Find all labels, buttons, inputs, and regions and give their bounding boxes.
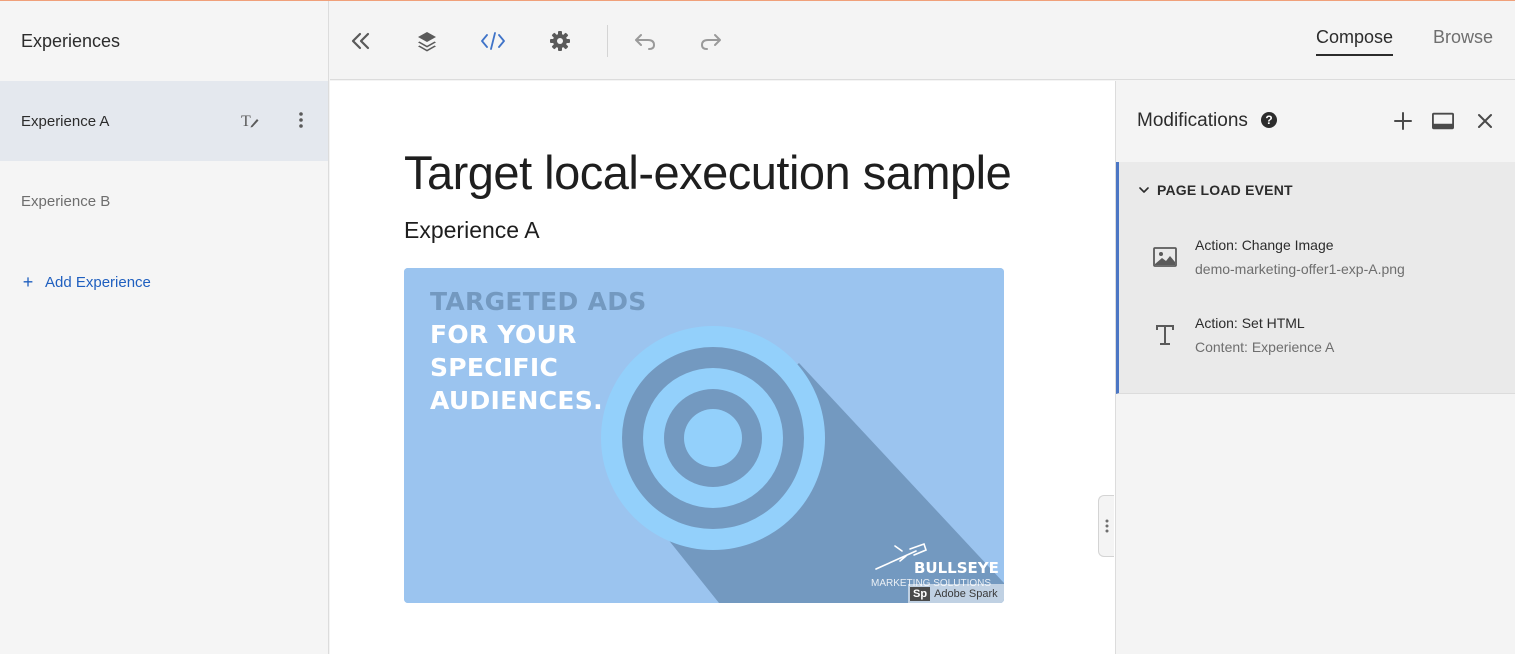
experience-item-a[interactable]: Experience A T (0, 81, 328, 161)
tab-browse[interactable]: Browse (1433, 27, 1493, 54)
tab-compose[interactable]: Compose (1316, 27, 1394, 56)
help-icon[interactable]: ? (1261, 112, 1277, 128)
action-title: Action: Change Image (1195, 237, 1334, 253)
page-subtitle[interactable]: Experience A (404, 217, 540, 244)
drag-handle-icon (1105, 519, 1108, 533)
chevron-down-icon (1139, 187, 1149, 193)
image-icon (1152, 244, 1178, 270)
panel-resize-handle[interactable] (1098, 495, 1114, 557)
more-options-icon[interactable] (290, 109, 312, 131)
top-toolbar: Compose Browse (330, 1, 1515, 80)
plus-icon: + (22, 272, 34, 292)
page-load-event-group: PAGE LOAD EVENT Action: Change Image dem… (1116, 162, 1515, 394)
spark-label: Adobe Spark (934, 587, 998, 600)
text-icon (1152, 322, 1178, 348)
add-experience-button[interactable]: + Add Experience (21, 273, 151, 291)
add-experience-label: Add Experience (45, 273, 151, 291)
svg-text:T: T (241, 113, 251, 129)
modifications-panel: Modifications ? PAGE LOAD EVENT Action: … (1115, 81, 1515, 654)
code-icon[interactable] (480, 28, 506, 54)
gear-icon[interactable] (547, 28, 573, 54)
add-modification-icon[interactable] (1392, 110, 1414, 132)
redo-icon[interactable] (698, 28, 724, 54)
collapse-icon[interactable] (348, 28, 374, 54)
event-title: PAGE LOAD EVENT (1157, 182, 1293, 198)
close-icon[interactable] (1474, 110, 1496, 132)
experience-label: Experience B (21, 193, 111, 210)
banner-brand-name: BULLSEYE (914, 559, 999, 577)
banner-headline-1: TARGETED ADS (430, 287, 647, 316)
event-header[interactable]: PAGE LOAD EVENT (1139, 182, 1293, 198)
action-detail: Content: Experience A (1195, 339, 1335, 355)
modification-action-item[interactable]: Action: Set HTML Content: Experience A (1119, 310, 1515, 380)
panel-title: Modifications (1137, 110, 1248, 131)
layers-icon[interactable] (414, 28, 440, 54)
banner-headline-4: AUDIENCES. (430, 386, 603, 415)
page-title[interactable]: Target local-execution sample (404, 145, 1012, 200)
toolbar-divider (607, 25, 608, 57)
device-preview-icon[interactable] (1432, 110, 1454, 132)
experience-label: Experience A (21, 113, 110, 130)
action-detail: demo-marketing-offer1-exp-A.png (1195, 261, 1405, 277)
modification-action-item[interactable]: Action: Change Image demo-marketing-offe… (1119, 232, 1515, 302)
page-preview-canvas: Target local-execution sample Experience… (330, 81, 1115, 654)
offer-banner-image[interactable]: TARGETED ADS FOR YOUR SPECIFIC AUDIENCES… (404, 268, 1004, 603)
banner-headline-3: SPECIFIC (430, 353, 559, 382)
adobe-spark-badge: Sp Adobe Spark (908, 584, 1004, 603)
spark-logo-icon: Sp (910, 586, 931, 601)
undo-icon[interactable] (632, 28, 658, 54)
banner-headline-2: FOR YOUR (430, 320, 577, 349)
action-title: Action: Set HTML (1195, 315, 1305, 331)
experience-item-b[interactable]: Experience B (0, 161, 328, 241)
experiences-sidebar: Experiences Experience A T Experience B … (0, 1, 329, 654)
sidebar-title: Experiences (21, 31, 121, 51)
rename-icon[interactable]: T (239, 109, 261, 131)
